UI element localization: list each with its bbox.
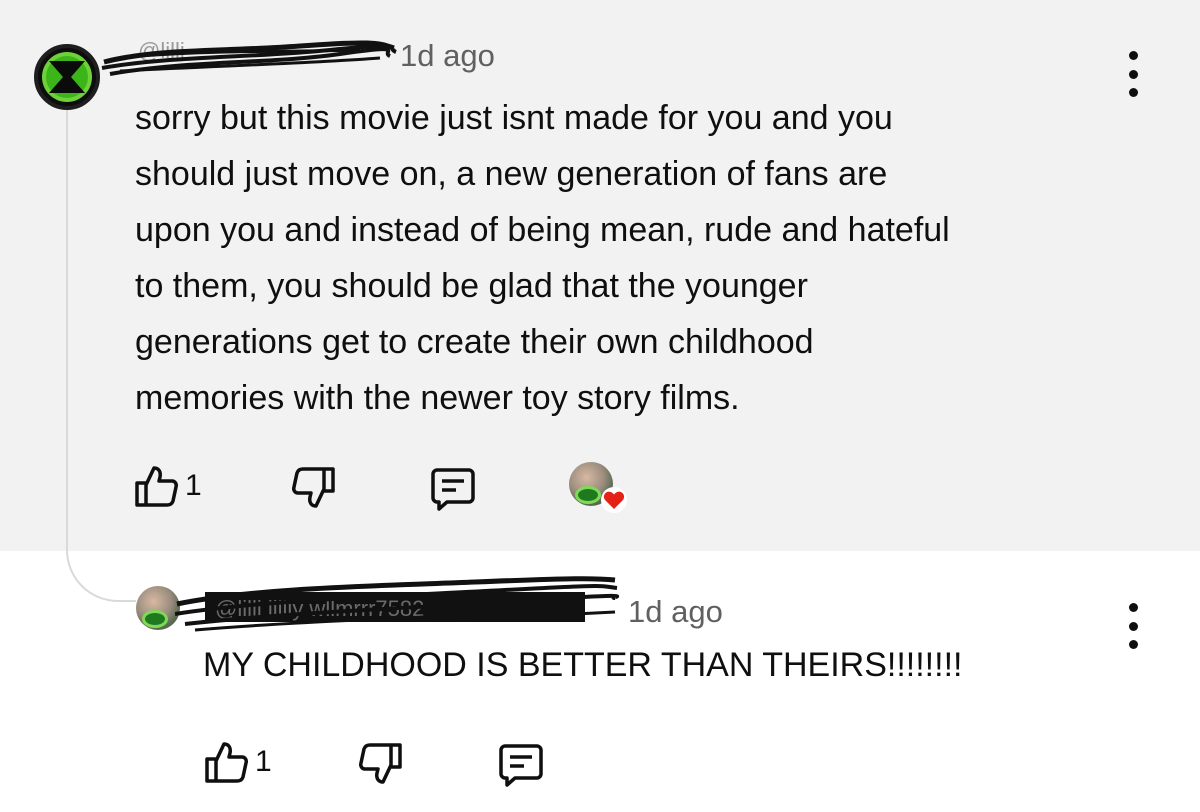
dislike-button[interactable] [291,466,337,510]
reply-like-count: 1 [255,745,272,778]
comment-text: sorry but this movie just isnt made for … [135,99,950,417]
redacted-username-scribble: @lilli [101,38,397,76]
thread-connector [66,540,136,602]
reply-dislike-button[interactable] [358,742,404,786]
omnitrix-avatar-icon[interactable] [34,44,100,110]
like-button[interactable]: 1 [133,464,202,508]
thumbs-down-icon [292,467,335,508]
thumbs-up-icon [205,742,248,783]
reply-reply-button[interactable] [497,740,545,788]
reply-comment-icon [431,468,475,511]
reply-timestamp: 1d ago [628,594,723,629]
reply-comment-icon [499,744,543,787]
reply-avatar[interactable] [136,586,180,630]
thread-line [66,100,68,540]
like-count: 1 [185,469,202,502]
thumbs-up-icon [135,466,178,507]
comment-timestamp: 1d ago [400,38,495,73]
reply-more-options-button[interactable] [1123,603,1143,649]
creator-heart-badge [601,487,627,513]
reply-button[interactable] [429,464,477,512]
reply-text: MY CHILDHOOD IS BETTER THAN THEIRS!!!!!!… [203,646,963,684]
thumbs-down-icon [359,743,402,784]
reply-like-button[interactable]: 1 [203,740,272,784]
heart-icon [603,491,625,509]
redacted-username-scribble: @lilli lilliy wllmrrr7582 [175,576,620,632]
